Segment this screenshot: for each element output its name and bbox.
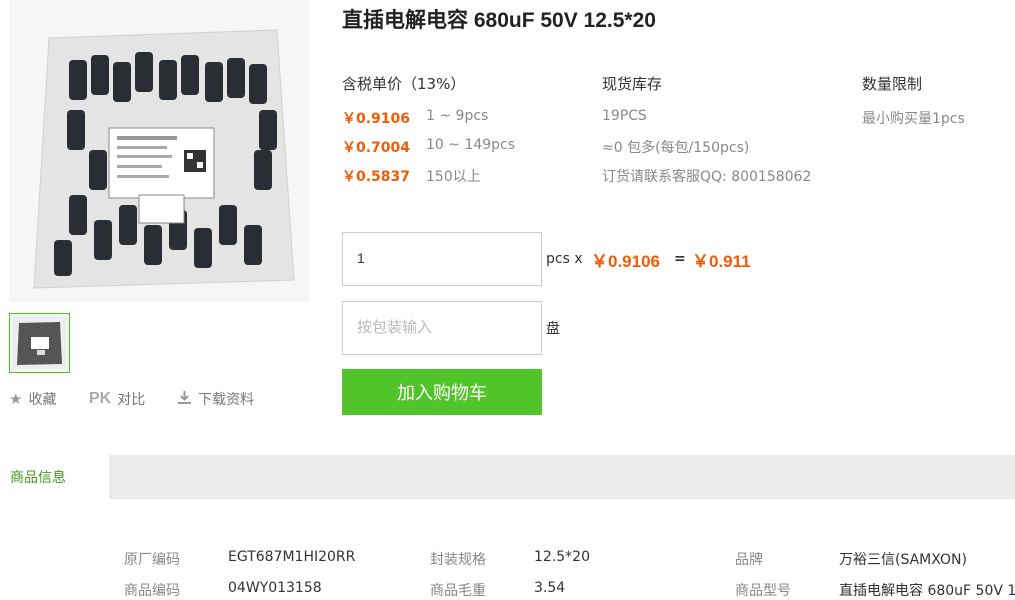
spec-value: 直插电解电容 680uF 50V 12 [839, 583, 1015, 599]
compare-label: 对比 [117, 392, 146, 408]
tab-product-info[interactable]: 商品信息 [0, 455, 109, 499]
stock-package: ≈0 包多(每包/150pcs) [602, 140, 750, 156]
price-header: 含税单价（13%） [342, 75, 466, 93]
equals-sign: = [674, 251, 686, 267]
spec-value: 3.54 [534, 580, 566, 596]
download-icon [177, 390, 192, 409]
download-button[interactable]: 下载资料 [177, 389, 254, 409]
unit-times: pcs x [546, 251, 583, 267]
favorite-button[interactable]: ★ 收藏 [9, 389, 56, 409]
package-field[interactable] [342, 301, 542, 355]
product-thumbnail[interactable] [9, 313, 70, 373]
tier-range: 150以上 [426, 169, 481, 185]
tier-range: 10 ~ 149pcs [426, 137, 516, 153]
stock-header: 现货库存 [602, 75, 663, 93]
unit-price: ￥0.9106 [591, 252, 660, 271]
spec-value: 万裕三信(SAMXON) [839, 552, 967, 568]
pk-icon: PK [89, 390, 112, 407]
download-label: 下载资料 [198, 392, 254, 408]
tier-price: ￥0.7004 [342, 140, 411, 156]
spec-value: 04WY013158 [228, 580, 322, 596]
quantity-input[interactable] [343, 233, 541, 283]
quantity-field[interactable] [342, 232, 542, 286]
tier-range: 1 ~ 9pcs [426, 108, 489, 124]
spec-label: 品牌 [735, 552, 763, 568]
min-purchase: 最小购买量1pcs [862, 111, 965, 127]
favorite-label: 收藏 [28, 392, 57, 408]
tab-bar: 商品信息 [0, 455, 1015, 499]
spec-label: 商品型号 [735, 583, 791, 599]
spec-value: EGT687M1HI20RR [228, 549, 356, 565]
calc-unit-price: ￥0.9106 [591, 247, 660, 272]
limit-header: 数量限制 [862, 75, 923, 93]
spec-label: 封装规格 [430, 552, 486, 568]
calc-unit: pcs x [546, 248, 583, 267]
stock-count: 19PCS [602, 108, 647, 124]
package-input[interactable] [343, 302, 541, 352]
tier-price: ￥0.5837 [342, 169, 411, 185]
total-price: ￥0.911 [692, 252, 751, 271]
spec-label: 商品毛重 [430, 583, 486, 599]
product-main-image[interactable] [9, 0, 309, 302]
compare-button[interactable]: PK 对比 [89, 389, 145, 409]
spec-value: 12.5*20 [534, 549, 590, 565]
calc-total: ￥0.911 [692, 247, 751, 272]
spec-label: 商品编码 [124, 583, 180, 599]
tier-price: ￥0.9106 [342, 111, 411, 127]
package-unit: 盘 [546, 321, 560, 337]
product-title: 直插电解电容 680uF 50V 12.5*20 [342, 9, 656, 32]
add-to-cart-button[interactable]: 加入购物车 [342, 369, 542, 415]
spec-label: 原厂编码 [124, 552, 180, 568]
calc-equals: = [674, 248, 686, 267]
star-icon: ★ [9, 390, 23, 408]
stock-contact: 订货请联系客服QQ: 800158062 [602, 169, 812, 185]
